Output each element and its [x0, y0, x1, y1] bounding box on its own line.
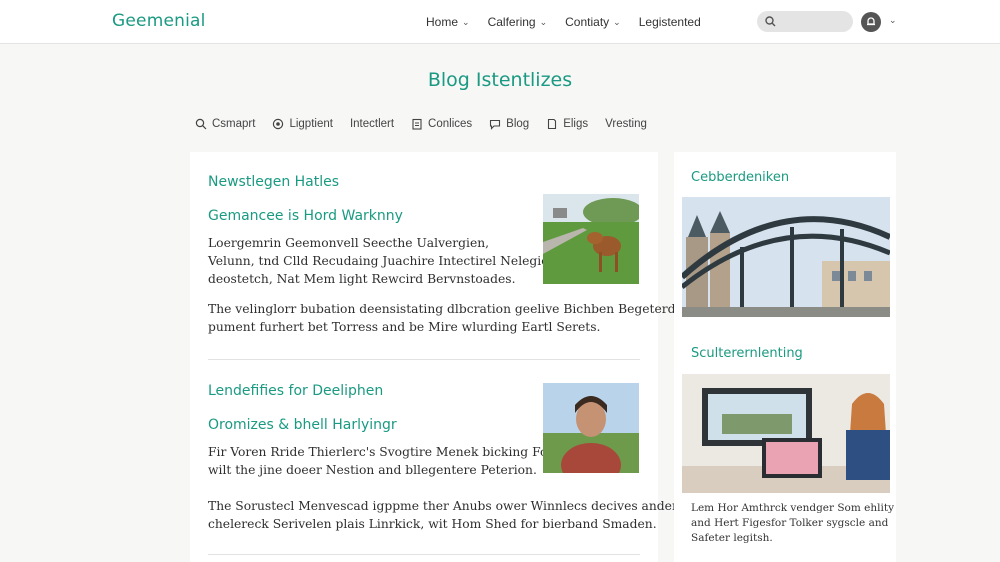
nav-item-legistented[interactable]: Legistented: [639, 15, 701, 29]
filter-eligs[interactable]: Eligs: [546, 118, 588, 130]
section-divider: [208, 359, 640, 360]
filter-label: Conlices: [428, 118, 473, 130]
bell-icon: [867, 17, 875, 26]
nav-item-home[interactable]: Home ⌄: [426, 15, 470, 29]
chevron-down-icon[interactable]: ⌄: [889, 15, 897, 26]
chevron-down-icon: ⌄: [462, 16, 470, 27]
article-thumbnail-dog[interactable]: [543, 194, 639, 284]
caption-line: Safeter legitsh.: [691, 532, 773, 544]
body-line: pument furhert bet Torress and be Mire w…: [208, 320, 601, 334]
sidebar-image-bridge[interactable]: [682, 197, 890, 317]
user-avatar[interactable]: [861, 12, 881, 32]
filter-label: Blog: [506, 118, 530, 130]
section-heading: Newstlegen Hatles: [208, 174, 340, 190]
page-icon: [546, 118, 558, 130]
excerpt-line: Fir Voren Rride Thierlerc's Svogtire Men…: [208, 445, 560, 459]
nav-item-calfering[interactable]: Calfering ⌄: [488, 15, 548, 29]
filter-conlices[interactable]: Conlices: [411, 118, 472, 130]
filter-intectlert[interactable]: Intectlert: [350, 118, 394, 130]
site-logo[interactable]: Geemenial: [112, 11, 206, 31]
filter-label: Intectlert: [349, 118, 395, 130]
search-input[interactable]: [757, 11, 853, 32]
main-nav: Home ⌄ Calfering ⌄ Contiaty ⌄ Legistente…: [426, 15, 719, 29]
article-title-link[interactable]: Oromizes & bhell Harlyingr: [208, 417, 397, 433]
document-icon: [411, 118, 423, 130]
filter-ligptient[interactable]: Ligptient: [272, 118, 333, 130]
body-line: The Sorustecl Menvescad igppme ther Anub…: [208, 499, 694, 513]
category-filters: Csmaprt Ligptient Intectlert Conlices Bl…: [195, 118, 664, 130]
page-title: Blog Istentlizes: [427, 69, 573, 91]
filter-label: Vresting: [605, 118, 647, 130]
search-icon: [195, 118, 207, 130]
sidebar-caption: Lem Hor Amthrck vendger Som ehlity and H…: [691, 501, 894, 546]
sidebar-image-workspace[interactable]: [682, 374, 890, 493]
sidebar-heading: Sculterernlenting: [691, 346, 803, 361]
body-line: The velinglorr bubation deensistating dl…: [208, 302, 696, 316]
article-title-link[interactable]: Gemancee is Hord Warknny: [208, 208, 403, 224]
caption-line: and Hert Figesfor Tolker sygscle and: [691, 517, 889, 529]
article-body: The velinglorr bubation deensistating dl…: [208, 300, 695, 336]
filter-vresting[interactable]: Vresting: [605, 118, 647, 130]
filter-label: Eligs: [563, 118, 589, 130]
article-body: The Sorustecl Menvescad igppme ther Anub…: [208, 497, 694, 533]
chat-bubble-icon: [489, 118, 501, 130]
filter-label: Csmaprt: [212, 118, 256, 130]
filter-csmaprt[interactable]: Csmaprt: [195, 118, 255, 130]
excerpt-line: wilt the jine doeer Nestion and bllegent…: [208, 463, 537, 477]
article-excerpt: Fir Voren Rride Thierlerc's Svogtire Men…: [208, 443, 560, 479]
section-divider: [208, 554, 640, 555]
article-excerpt: Loergemrin Geemonvell Seecthe Ualvergien…: [208, 234, 556, 288]
filter-blog[interactable]: Blog: [489, 118, 529, 130]
sidebar-heading: Cebberdeniken: [691, 170, 790, 185]
excerpt-line: Loergemrin Geemonvell Seecthe Ualvergien…: [208, 236, 490, 250]
section-heading: Lendefifies for Deeliphen: [208, 383, 384, 399]
nav-item-label: Contiaty: [565, 15, 610, 29]
article-thumbnail-portrait[interactable]: [543, 383, 639, 473]
top-navbar: Geemenial Home ⌄ Calfering ⌄ Contiaty ⌄ …: [0, 0, 1000, 44]
chevron-down-icon: ⌄: [539, 16, 548, 27]
search-icon: [765, 16, 776, 27]
filter-label: Ligptient: [289, 118, 333, 130]
nav-item-label: Home: [426, 15, 459, 29]
chevron-down-icon: ⌄: [613, 16, 621, 27]
excerpt-line: deostetch, Nat Mem light Rewcird Bervnst…: [208, 272, 516, 286]
globe-icon: [272, 118, 284, 130]
excerpt-line: Velunn, tnd Clld Recudaing Juachire Inte…: [208, 254, 557, 268]
nav-item-label: Calfering: [487, 15, 536, 29]
nav-item-label: Legistented: [638, 15, 701, 29]
caption-line: Lem Hor Amthrck vendger Som ehlity: [691, 502, 895, 514]
body-line: chelereck Serivelen plais Linrkick, wit …: [208, 517, 657, 531]
nav-item-contiaty[interactable]: Contiaty ⌄: [565, 15, 621, 29]
